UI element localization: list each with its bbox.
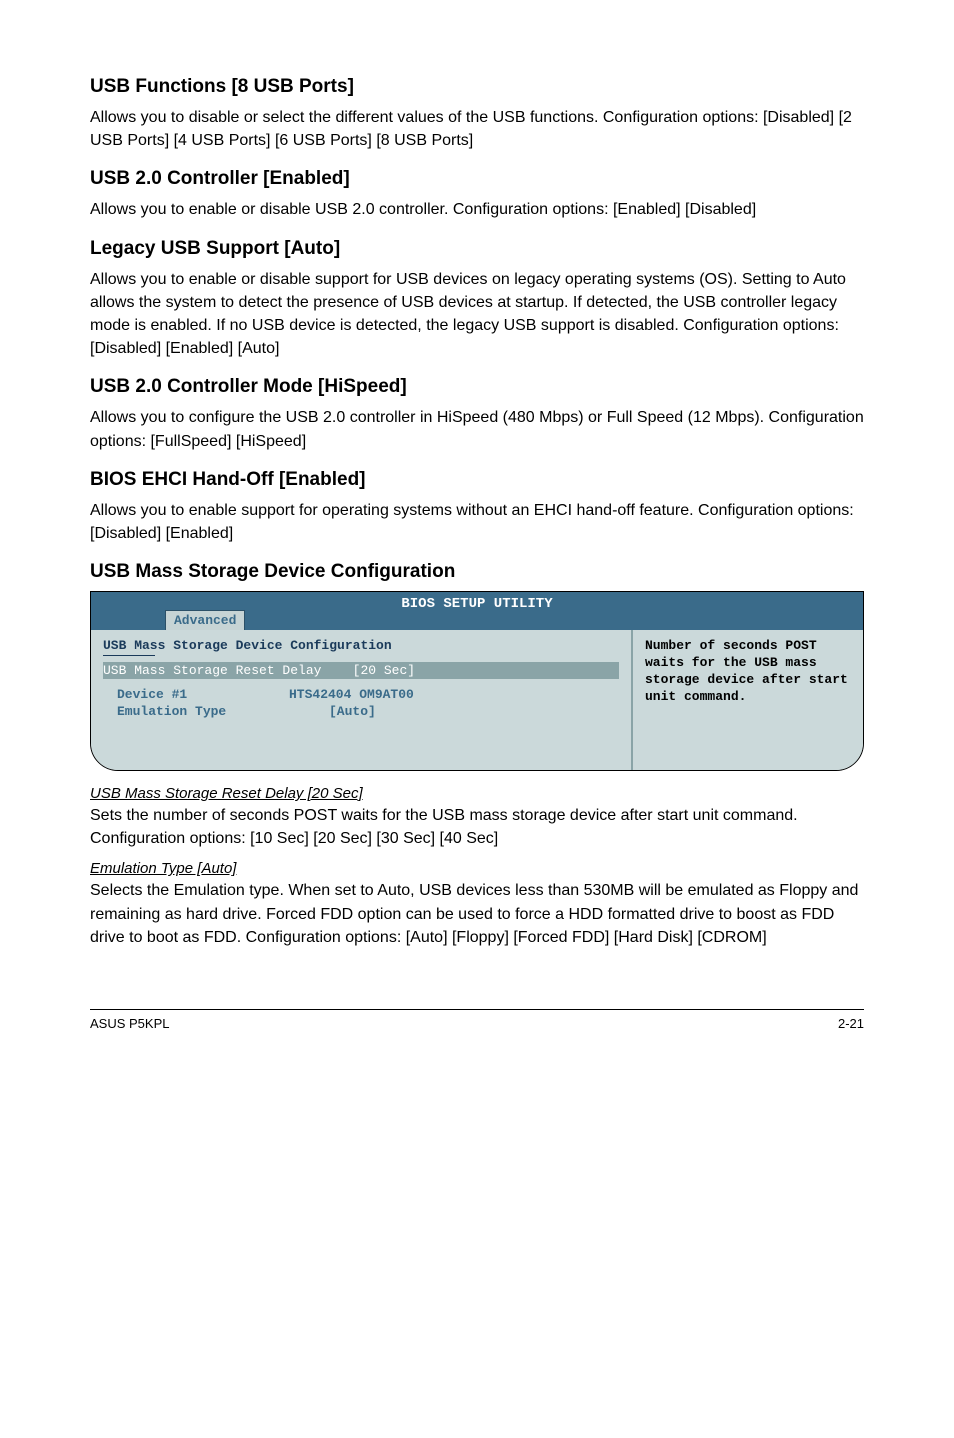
section-heading-legacy-usb: Legacy USB Support [Auto] (90, 238, 864, 260)
bios-selected-value: [20 Sec] (353, 663, 415, 678)
subsection-body-emulation: Selects the Emulation type. When set to … (90, 879, 864, 949)
section-heading-bios-ehci: BIOS EHCI Hand-Off [Enabled] (90, 469, 864, 491)
bios-device-row: Device #1 HTS42404 OM9AT00 (103, 687, 619, 702)
subsection-title-emulation: Emulation Type [Auto] (90, 860, 864, 877)
bios-selected-row: USB Mass Storage Reset Delay [20 Sec] (103, 662, 619, 679)
bios-selected-label: USB Mass Storage Reset Delay (103, 663, 321, 678)
section-heading-usb20-mode: USB 2.0 Controller Mode [HiSpeed] (90, 376, 864, 398)
bios-body: USB Mass Storage Device Configuration US… (91, 630, 863, 770)
section-body-usb20-controller: Allows you to enable or disable USB 2.0 … (90, 198, 864, 221)
bios-help-panel: Number of seconds POST waits for the USB… (633, 630, 863, 770)
footer-left: ASUS P5KPL (90, 1016, 170, 1031)
section-heading-usb-functions: USB Functions [8 USB Ports] (90, 76, 864, 98)
bios-tab-advanced: Advanced (165, 610, 245, 630)
bios-emulation-label: Emulation Type (117, 704, 289, 719)
subsection-title-reset-delay: USB Mass Storage Reset Delay [20 Sec] (90, 785, 864, 802)
bios-device-label: Device #1 (117, 687, 289, 702)
bios-section-title: USB Mass Storage Device Configuration (103, 638, 619, 653)
section-body-bios-ehci: Allows you to enable support for operati… (90, 499, 864, 545)
section-body-usb-functions: Allows you to disable or select the diff… (90, 106, 864, 152)
section-body-legacy-usb: Allows you to enable or disable support … (90, 268, 864, 361)
bios-emulation-row: Emulation Type [Auto] (103, 704, 619, 719)
bios-left-panel: USB Mass Storage Device Configuration US… (91, 630, 633, 770)
bios-header: BIOS SETUP UTILITY Advanced (91, 592, 863, 630)
bios-help-text: Number of seconds POST waits for the USB… (645, 638, 848, 704)
section-heading-usb-mass: USB Mass Storage Device Configuration (90, 561, 864, 583)
section-body-usb20-mode: Allows you to configure the USB 2.0 cont… (90, 406, 864, 452)
section-heading-usb20-controller: USB 2.0 Controller [Enabled] (90, 168, 864, 190)
bios-emulation-value: [Auto] (289, 704, 399, 719)
bios-divider (103, 655, 155, 656)
subsection-body-reset-delay: Sets the number of seconds POST waits fo… (90, 804, 864, 850)
bios-screenshot: BIOS SETUP UTILITY Advanced USB Mass Sto… (90, 591, 864, 771)
page-footer: ASUS P5KPL 2-21 (90, 1009, 864, 1031)
footer-right: 2-21 (838, 1016, 864, 1031)
bios-device-value: HTS42404 OM9AT00 (289, 687, 619, 702)
